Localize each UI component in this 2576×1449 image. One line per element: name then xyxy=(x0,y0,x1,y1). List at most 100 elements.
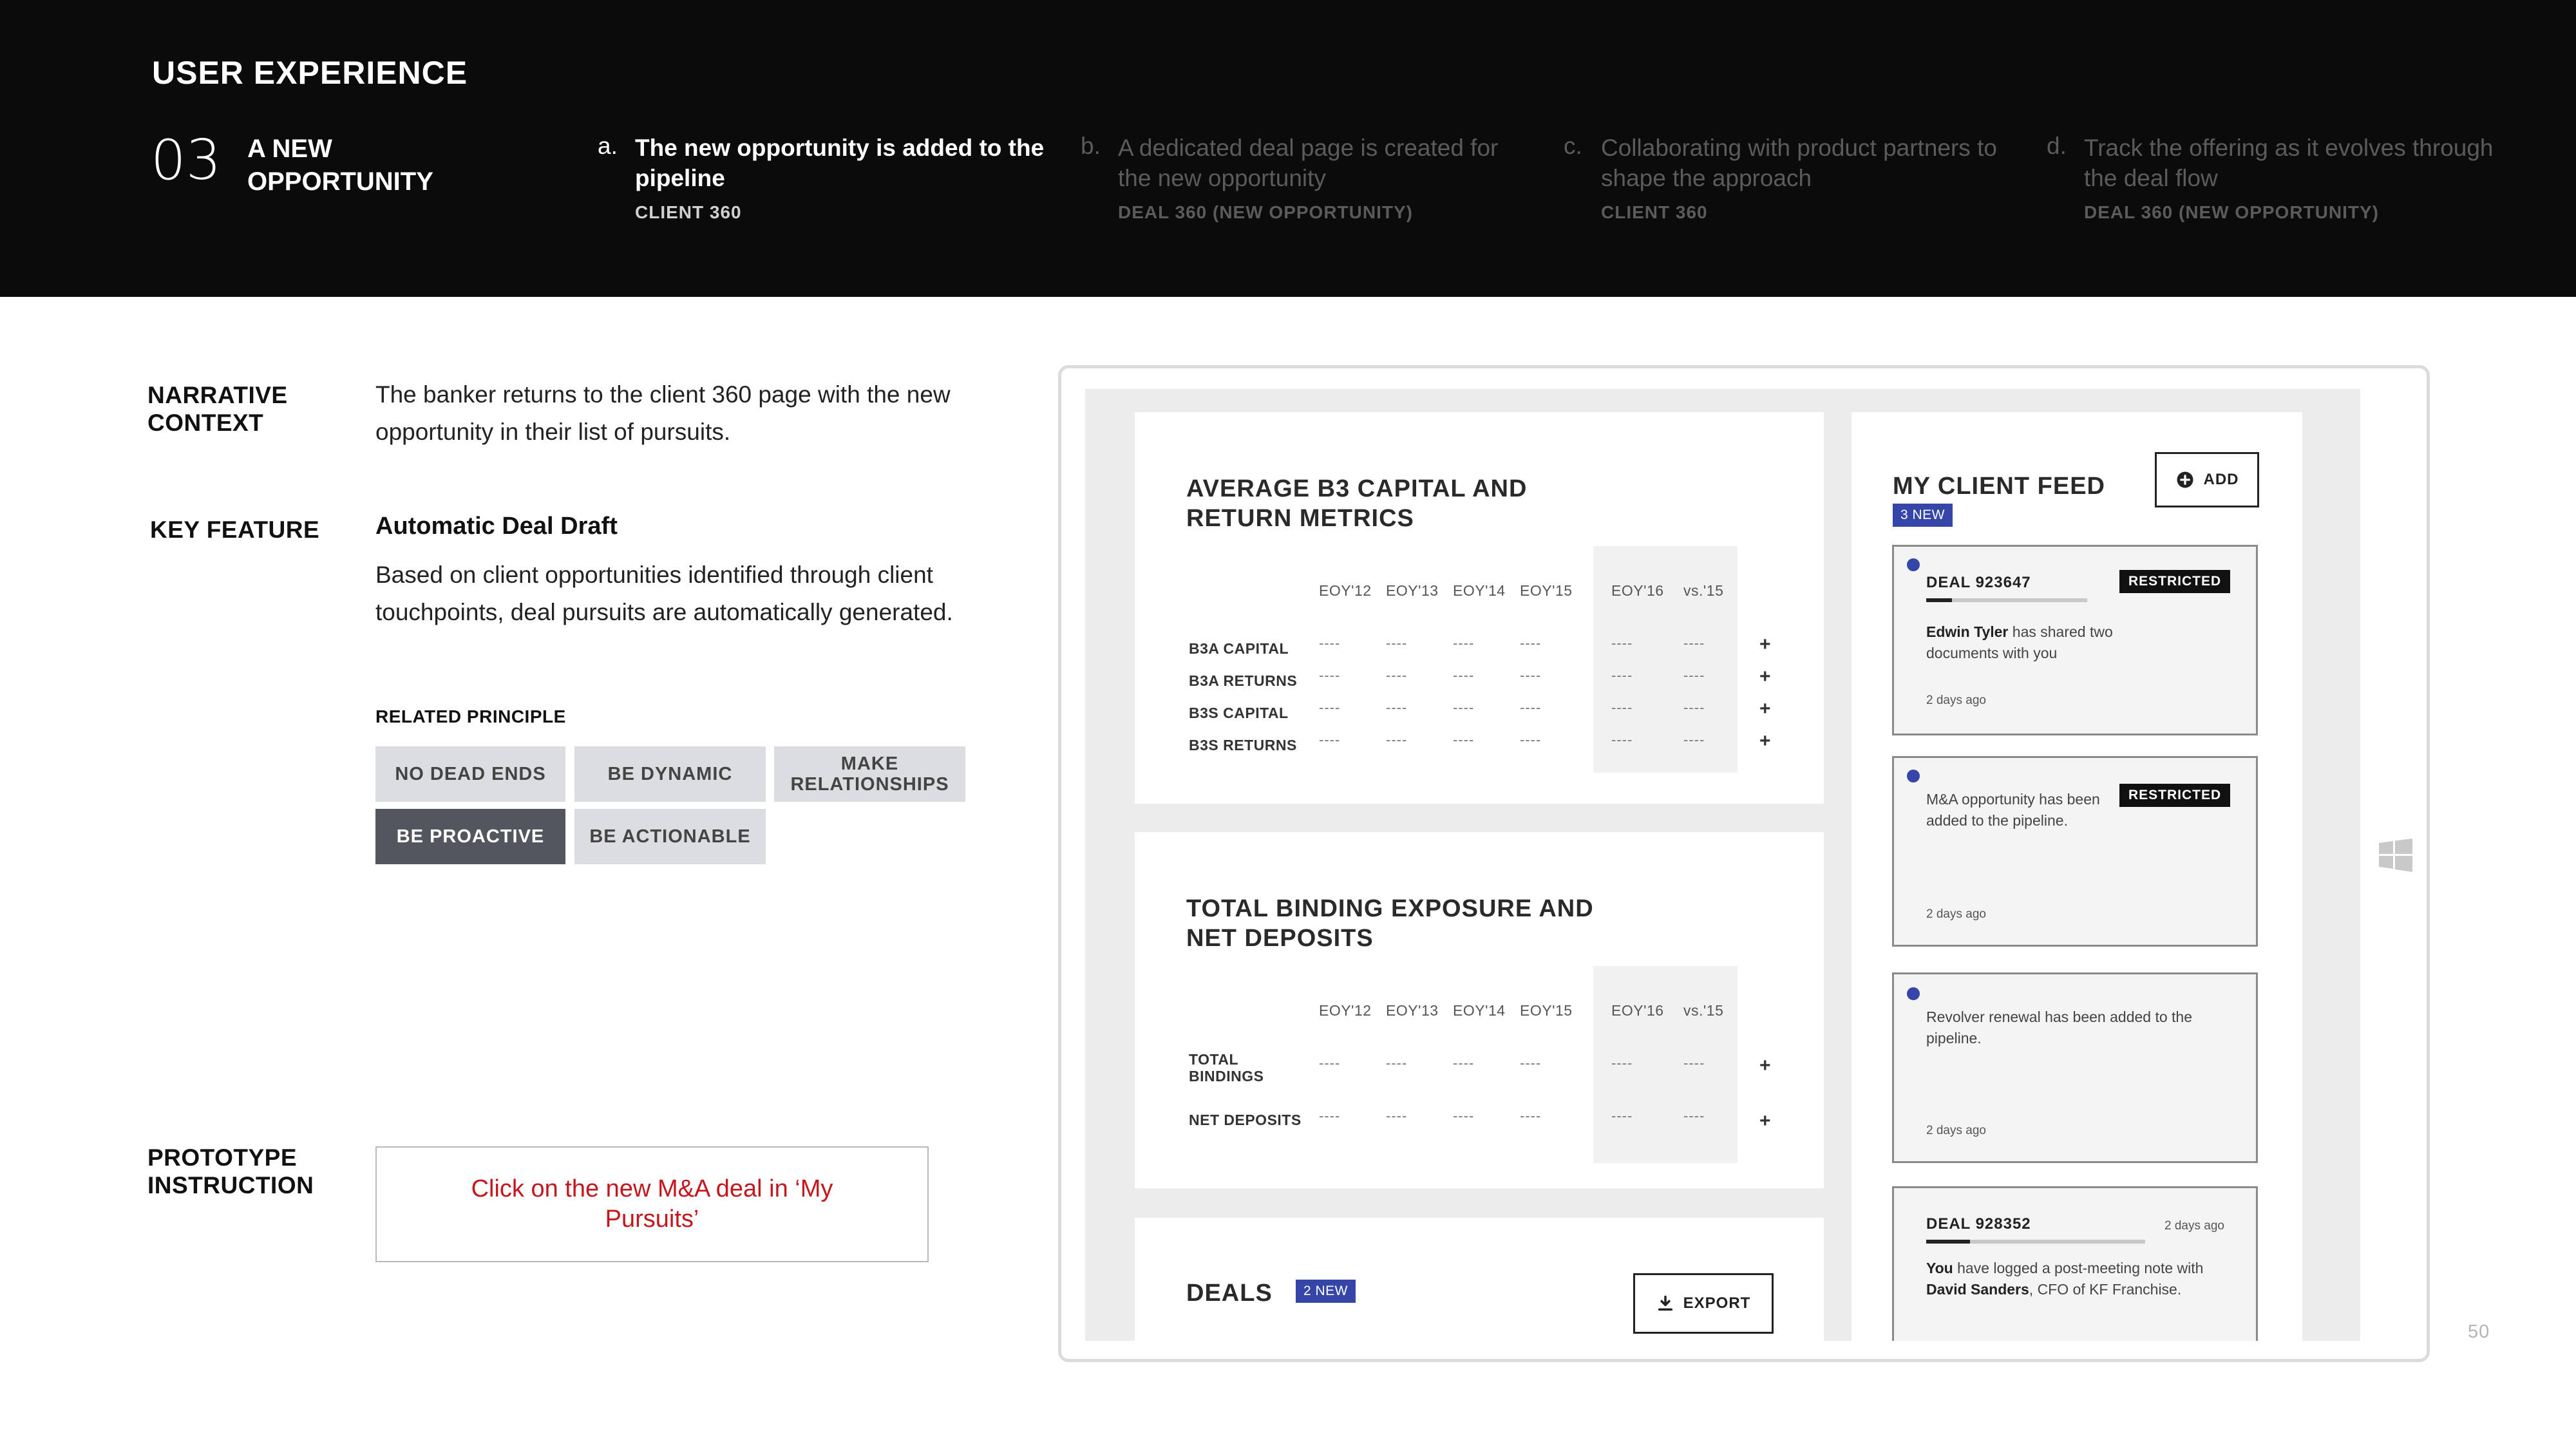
column-header: vs.'15 xyxy=(1683,582,1724,599)
empty-value: ---- xyxy=(1520,667,1542,683)
feed-item[interactable]: Revolver renewal has been added to the p… xyxy=(1892,972,2258,1163)
row-label: B3S RETURNS xyxy=(1189,737,1297,753)
row-label: TOTAL BINDINGS xyxy=(1189,1051,1264,1084)
step-letter: b. xyxy=(1081,133,1101,159)
empty-value: ---- xyxy=(1319,667,1341,683)
expand-plus-icon[interactable]: + xyxy=(1759,634,1771,656)
empty-value: ---- xyxy=(1683,667,1705,683)
feed-item[interactable]: RESTRICTED M&A opportunity has been adde… xyxy=(1892,756,2258,947)
empty-value: ---- xyxy=(1520,699,1542,715)
deal-progress-bar xyxy=(1926,1240,2145,1244)
expand-plus-icon[interactable]: + xyxy=(1759,666,1771,688)
page-title: USER EXPERIENCE xyxy=(152,55,468,91)
feed-time: 2 days ago xyxy=(2164,1219,2224,1233)
prototype-label: PROTOTYPE INSTRUCTION xyxy=(147,1144,314,1198)
empty-value: ---- xyxy=(1386,1108,1408,1124)
feed-time: 2 days ago xyxy=(1926,694,1986,707)
deals-new-badge: 2 NEW xyxy=(1296,1280,1356,1303)
column-header: EOY'13 xyxy=(1386,582,1439,599)
step-letter: d. xyxy=(2047,133,2067,159)
feed-text: M&A opportunity has been added to the pi… xyxy=(1926,791,2100,829)
feed-text: Revolver renewal has been added to the p… xyxy=(1926,1009,2193,1046)
unread-dot-icon xyxy=(1907,558,1920,571)
column-header: EOY'13 xyxy=(1386,1002,1439,1019)
add-label: ADD xyxy=(2203,471,2239,488)
column-header: EOY'15 xyxy=(1520,582,1573,599)
step-letter: c. xyxy=(1564,133,1582,159)
column-header: vs.'15 xyxy=(1683,1002,1724,1019)
card-title: TOTAL BINDING EXPOSURE AND NET DEPOSITS xyxy=(1186,895,1594,952)
add-button[interactable]: ADD xyxy=(2155,452,2259,507)
empty-value: ---- xyxy=(1611,1055,1633,1071)
deal-progress-bar xyxy=(1926,598,2087,602)
binding-exposure-card: TOTAL BINDING EXPOSURE AND NET DEPOSITS … xyxy=(1135,832,1824,1188)
narrative-text: The banker returns to the client 360 pag… xyxy=(375,381,951,445)
empty-value: ---- xyxy=(1319,699,1341,715)
empty-value: ---- xyxy=(1520,1055,1542,1071)
column-header: EOY'12 xyxy=(1319,1002,1372,1019)
empty-value: ---- xyxy=(1319,1108,1341,1124)
step-subtitle: DEAL 360 (NEW OPPORTUNITY) xyxy=(2084,202,2379,222)
step-subtitle: DEAL 360 (NEW OPPORTUNITY) xyxy=(1118,202,1413,222)
empty-value: ---- xyxy=(1319,1055,1341,1071)
empty-value: ---- xyxy=(1386,1055,1408,1071)
column-header: EOY'16 xyxy=(1611,582,1664,599)
column-header: EOY'14 xyxy=(1453,1002,1506,1019)
export-label: EXPORT xyxy=(1683,1294,1751,1312)
unread-dot-icon xyxy=(1907,770,1920,782)
row-label: B3A CAPITAL xyxy=(1189,640,1289,657)
card-title: AVERAGE B3 CAPITAL AND RETURN METRICS xyxy=(1186,475,1528,532)
narrative-label: NARRATIVE CONTEXT xyxy=(147,382,288,436)
feed-text: You have logged a post-meeting note with… xyxy=(1926,1260,2204,1298)
empty-value: ---- xyxy=(1453,635,1475,651)
page-number: 50 xyxy=(2468,1321,2490,1342)
empty-value: ---- xyxy=(1683,1055,1705,1071)
feed-new-badge: 3 NEW xyxy=(1893,504,1953,527)
column-header: EOY'12 xyxy=(1319,582,1372,599)
principle-no-dead-ends[interactable]: NO DEAD ENDS xyxy=(375,746,565,802)
step-text: The new opportunity is added to the pipe… xyxy=(635,135,1045,191)
prototype-instruction-box: Click on the new M&A deal in ‘My Pursuit… xyxy=(375,1146,929,1262)
step-text: Track the offering as it evolves through… xyxy=(2084,135,2494,191)
expand-plus-icon[interactable]: + xyxy=(1759,730,1771,752)
empty-value: ---- xyxy=(1386,699,1408,715)
unread-dot-icon xyxy=(1907,987,1920,1000)
deal-number: DEAL 928352 xyxy=(1926,1215,2031,1233)
empty-value: ---- xyxy=(1453,699,1475,715)
expand-plus-icon[interactable]: + xyxy=(1759,1110,1771,1132)
feed-item[interactable]: DEAL 928352 2 days ago You have logged a… xyxy=(1892,1186,2258,1341)
row-label: B3S CAPITAL xyxy=(1189,705,1289,721)
empty-value: ---- xyxy=(1611,732,1633,748)
deals-card: DEALS 2 NEW EXPORT xyxy=(1135,1218,1824,1341)
column-header: EOY'16 xyxy=(1611,1002,1664,1019)
step-subtitle: CLIENT 360 xyxy=(635,202,742,222)
empty-value: ---- xyxy=(1683,699,1705,715)
step-text: Collaborating with product partners to s… xyxy=(1601,135,1997,191)
principle-be-dynamic[interactable]: BE DYNAMIC xyxy=(574,746,766,802)
principle-be-proactive[interactable]: BE PROACTIVE xyxy=(375,809,565,864)
restricted-badge: RESTRICTED xyxy=(2119,570,2231,593)
prototype-instruction-text: Click on the new M&A deal in ‘My Pursuit… xyxy=(471,1175,833,1233)
expand-plus-icon[interactable]: + xyxy=(1759,1055,1771,1077)
empty-value: ---- xyxy=(1611,1108,1633,1124)
empty-value: ---- xyxy=(1319,635,1341,651)
principle-be-actionable[interactable]: BE ACTIONABLE xyxy=(574,809,766,864)
section-number: 03 xyxy=(151,128,222,193)
deals-title: DEALS xyxy=(1186,1280,1273,1307)
empty-value: ---- xyxy=(1386,635,1408,651)
empty-value: ---- xyxy=(1386,732,1408,748)
empty-value: ---- xyxy=(1319,732,1341,748)
empty-value: ---- xyxy=(1611,699,1633,715)
feed-text: Edwin Tyler has shared two documents wit… xyxy=(1926,623,2113,661)
empty-value: ---- xyxy=(1683,635,1705,651)
export-button[interactable]: EXPORT xyxy=(1633,1273,1774,1334)
row-label: NET DEPOSITS xyxy=(1189,1112,1302,1128)
principle-make-relationships[interactable]: MAKE RELATIONSHIPS xyxy=(774,746,965,802)
empty-value: ---- xyxy=(1453,732,1475,748)
empty-value: ---- xyxy=(1611,635,1633,651)
feed-item[interactable]: DEAL 923647 RESTRICTED Edwin Tyler has s… xyxy=(1892,545,2258,735)
download-icon xyxy=(1658,1295,1672,1311)
section-title: A NEW OPPORTUNITY xyxy=(247,135,433,196)
windows-home-icon[interactable] xyxy=(2378,837,2414,873)
expand-plus-icon[interactable]: + xyxy=(1759,698,1771,720)
